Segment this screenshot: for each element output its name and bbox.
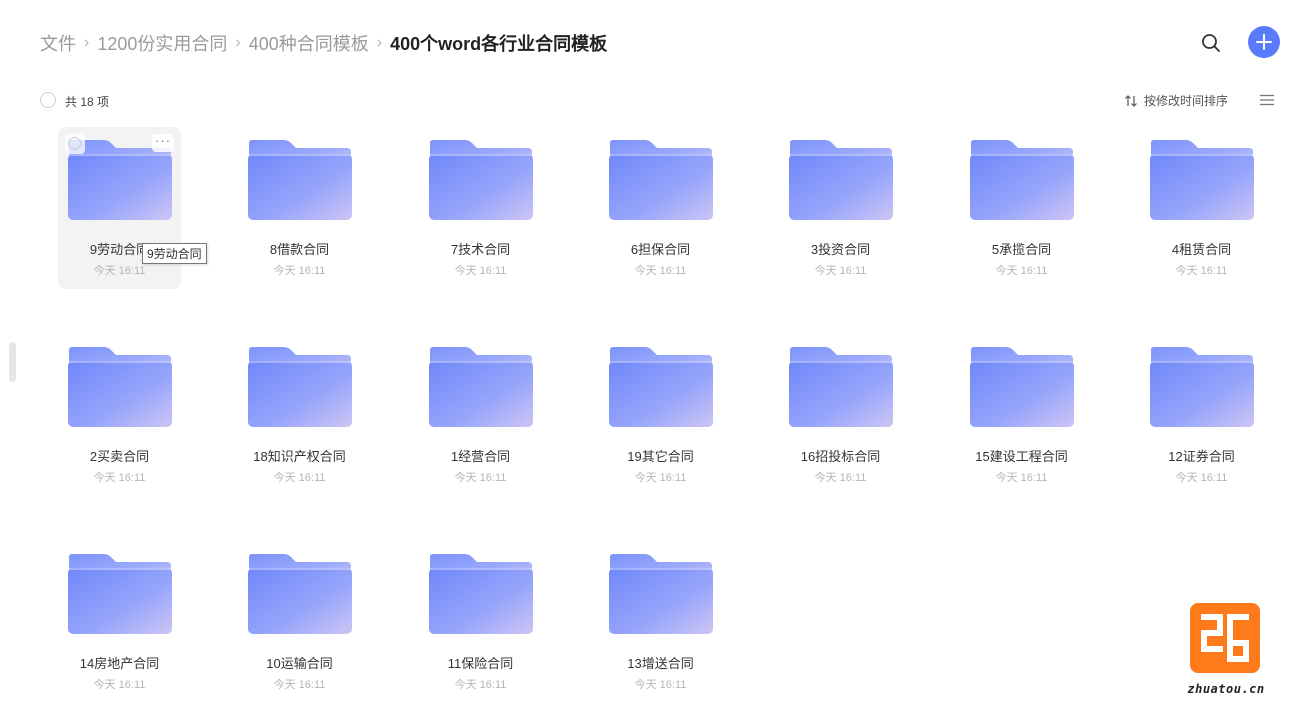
folder-icon xyxy=(429,140,533,220)
watermark: zhuatou.cn xyxy=(1176,603,1276,708)
folder-modified-time: 今天 16:11 xyxy=(273,265,326,277)
folder-icon xyxy=(609,347,713,427)
view-toggle-button[interactable] xyxy=(1259,92,1275,108)
folder-name: 2买卖合同 xyxy=(89,449,150,464)
breadcrumb-item-files[interactable]: 文件 xyxy=(40,30,76,56)
folder-icon xyxy=(609,140,713,220)
folder-modified-time: 今天 16:11 xyxy=(634,679,687,691)
breadcrumb-item-1200-contracts[interactable]: 1200份实用合同 xyxy=(97,30,227,56)
folder-modified-time: 今天 16:11 xyxy=(995,265,1048,277)
sidebar-resize-handle[interactable] xyxy=(9,342,16,382)
folder-name: 7技术合同 xyxy=(450,242,511,257)
folder-modified-time: 今天 16:11 xyxy=(273,472,326,484)
folder-modified-time: 今天 16:11 xyxy=(273,679,326,691)
breadcrumb-separator-icon: › xyxy=(235,34,241,51)
folder-item[interactable]: 8借款合同今天 16:11 xyxy=(238,127,361,289)
folder-name: 5承揽合同 xyxy=(991,242,1052,257)
search-icon xyxy=(1202,34,1220,52)
folder-name: 19其它合同 xyxy=(627,449,694,464)
sort-icon xyxy=(1125,94,1137,107)
folder-item[interactable]: 1经营合同今天 16:11 xyxy=(419,334,542,496)
folder-name: 12证券合同 xyxy=(1168,449,1235,464)
folder-name: 4租赁合同 xyxy=(1171,242,1232,257)
folder-icon xyxy=(429,554,533,634)
folder-name: 1经营合同 xyxy=(450,449,511,464)
folder-item[interactable]: 12证券合同 今天 16:11 xyxy=(1140,334,1263,496)
breadcrumb-separator-icon: › xyxy=(84,34,90,51)
folder-name: 6担保合同 xyxy=(630,242,691,257)
folder-name: 15建设工程合同 xyxy=(975,449,1068,464)
folder-item[interactable]: 15建设工程合同 今天 16:11 xyxy=(960,334,1083,496)
folder-icon xyxy=(429,347,533,427)
folder-modified-time: 今天 16:11 xyxy=(814,472,867,484)
folder-icon xyxy=(609,554,713,634)
breadcrumb-separator-icon: › xyxy=(376,34,383,51)
folder-icon xyxy=(248,140,352,220)
folder-item[interactable]: 10运输合同 今天 16:11 xyxy=(238,541,361,703)
folder-modified-time: 今天 16:11 xyxy=(93,472,146,484)
folder-icon xyxy=(1150,140,1254,220)
folder-item[interactable]: 14房地产合同 今天 16:11 xyxy=(58,541,181,703)
add-button[interactable] xyxy=(1248,26,1280,58)
folder-icon xyxy=(248,347,352,427)
folder-item[interactable]: 9劳动合同 今天 16:11 ··· 9劳动合同 xyxy=(58,127,207,289)
folder-icon xyxy=(970,140,1074,220)
folder-icon xyxy=(970,347,1074,427)
plus-icon xyxy=(1256,34,1272,50)
item-count: 共 18 项 xyxy=(65,95,110,109)
folder-item[interactable]: 3投资合同今天 16:11 xyxy=(779,127,902,289)
folder-modified-time: 今天 16:11 xyxy=(454,472,507,484)
breadcrumb-item-400-templates[interactable]: 400种合同模板 xyxy=(249,30,369,56)
folder-modified-time: 今天 16:11 xyxy=(454,265,507,277)
folder-modified-time: 今天 16:11 xyxy=(634,472,687,484)
folder-name: 8借款合同 xyxy=(269,242,330,257)
folder-item[interactable]: 2买卖合同今天 16:11 xyxy=(58,334,181,496)
folder-icon xyxy=(789,140,893,220)
folder-modified-time: 今天 16:11 xyxy=(93,265,146,277)
folder-item[interactable]: 18知识产权合同 今天 16:11 xyxy=(238,334,361,496)
folder-name: 14房地产合同 xyxy=(79,656,160,671)
more-options-icon[interactable]: ··· xyxy=(152,134,174,152)
search-button[interactable] xyxy=(1199,31,1223,55)
folder-item[interactable]: 4租赁合同今天 16:11 xyxy=(1140,127,1263,289)
folder-modified-time: 今天 16:11 xyxy=(995,472,1048,484)
page-title: 400个word各行业合同模板 xyxy=(390,34,608,54)
folder-modified-time: 今天 16:11 xyxy=(634,265,687,277)
folder-modified-time: 今天 16:11 xyxy=(1175,265,1228,277)
folder-modified-time: 今天 16:11 xyxy=(93,679,146,691)
sort-label: 按修改时间排序 xyxy=(1143,94,1228,108)
folder-icon xyxy=(1150,347,1254,427)
folder-item[interactable]: 16招投标合同 今天 16:11 xyxy=(779,334,902,496)
folder-icon xyxy=(68,554,172,634)
folder-name: 13增送合同 xyxy=(627,656,694,671)
folder-name: 18知识产权合同 xyxy=(253,449,346,464)
sort-button[interactable]: 按修改时间排序 xyxy=(1124,92,1228,109)
folder-modified-time: 今天 16:11 xyxy=(1175,472,1228,484)
breadcrumb: 文件 › 1200份实用合同 › 400种合同模板 › 400个word各行业合… xyxy=(40,30,607,56)
folder-icon xyxy=(248,554,352,634)
folder-item[interactable]: 11保险合同 今天 16:11 xyxy=(419,541,542,703)
folder-item[interactable]: 5承揽合同今天 16:11 xyxy=(960,127,1083,289)
folder-modified-time: 今天 16:11 xyxy=(454,679,507,691)
folder-modified-time: 今天 16:11 xyxy=(814,265,867,277)
watermark-text: zhuatou.cn xyxy=(1187,682,1265,696)
filename-tooltip: 9劳动合同 xyxy=(142,243,207,264)
list-view-icon xyxy=(1260,94,1274,106)
folder-icon xyxy=(68,347,172,427)
folder-item[interactable]: 19其它合同 今天 16:11 xyxy=(599,334,722,496)
folder-name: 3投资合同 xyxy=(810,242,871,257)
folder-item[interactable]: 13增送合同 今天 16:11 xyxy=(599,541,722,703)
item-select-checkbox[interactable] xyxy=(65,134,85,154)
folder-item[interactable]: 7技术合同今天 16:11 xyxy=(419,127,542,289)
folder-icon xyxy=(789,347,893,427)
watermark-logo-icon xyxy=(1190,603,1260,673)
folder-name: 11保险合同 xyxy=(447,656,514,671)
folder-item[interactable]: 6担保合同今天 16:11 xyxy=(599,127,722,289)
select-all-checkbox[interactable] xyxy=(40,92,56,108)
list-toolbar: 共 18 项 按修改时间排序 xyxy=(40,90,1275,110)
folder-name: 16招投标合同 xyxy=(800,449,881,464)
folder-name: 10运输合同 xyxy=(266,656,333,671)
